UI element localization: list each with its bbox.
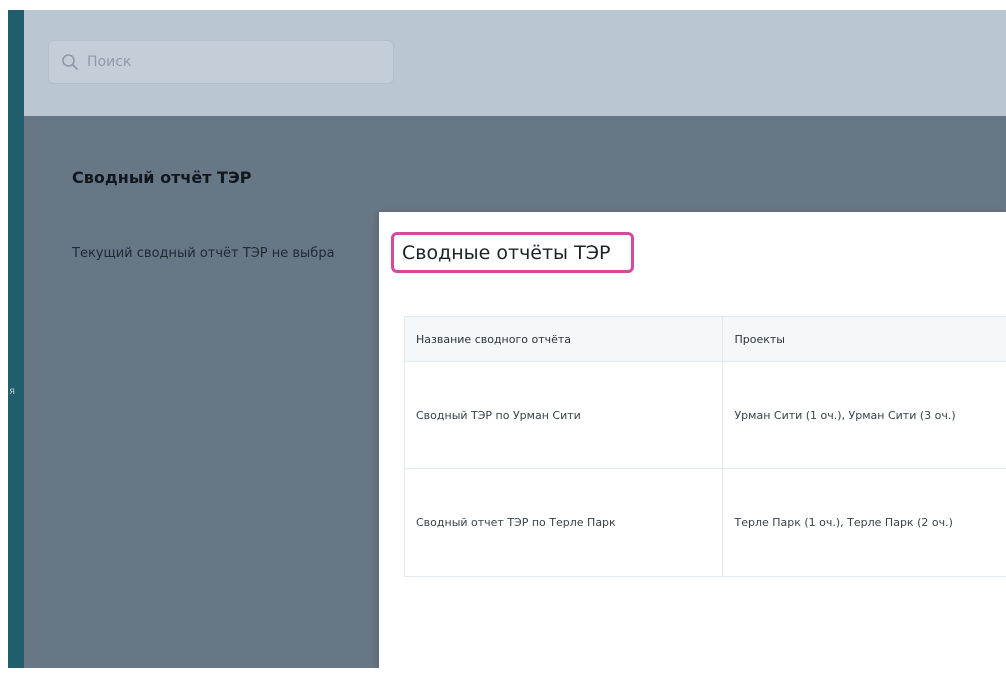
table-row[interactable]: Сводный ТЭР по Урман Сити Урман Сити (1 … — [405, 362, 1006, 469]
table-row[interactable]: Сводный отчет ТЭР по Терле Парк Терле Па… — [405, 469, 1006, 576]
projects-cell: Терле Парк (1 оч.), Терле Парк (2 оч.) — [734, 516, 953, 529]
page-subtitle: Текущий сводный отчёт ТЭР не выбра — [72, 246, 335, 261]
top-bar: Поиск — [24, 10, 1006, 116]
search-placeholder: Поиск — [87, 54, 132, 70]
report-name-cell: Сводный ТЭР по Урман Сити — [405, 362, 724, 468]
reports-modal: Сводные отчёты ТЭР Название сводного отч… — [379, 212, 1006, 676]
search-input[interactable]: Поиск — [48, 40, 394, 84]
page-title: Сводный отчёт ТЭР — [72, 168, 252, 187]
search-icon — [61, 53, 79, 71]
sidebar-item-label[interactable]: я — [9, 386, 15, 397]
column-header-projects: Проекты — [734, 332, 785, 346]
bottom-edge — [0, 668, 1006, 676]
projects-cell: Урман Сити (1 оч.), Урман Сити (3 оч.) — [734, 408, 956, 422]
reports-table: Название сводного отчёта Проекты Сводный… — [404, 316, 1006, 577]
report-name-cell: Сводный отчет ТЭР по Терле Парк — [405, 469, 724, 576]
table-header: Название сводного отчёта Проекты — [405, 316, 1006, 362]
column-header-report-name: Название сводного отчёта — [405, 317, 724, 361]
modal-title-highlight: Сводные отчёты ТЭР — [391, 232, 634, 273]
screen: Поиск Сводный отчёт ТЭР Текущий сводный … — [0, 0, 1006, 676]
modal-title: Сводные отчёты ТЭР — [402, 241, 611, 264]
sidebar: я — [8, 10, 24, 668]
